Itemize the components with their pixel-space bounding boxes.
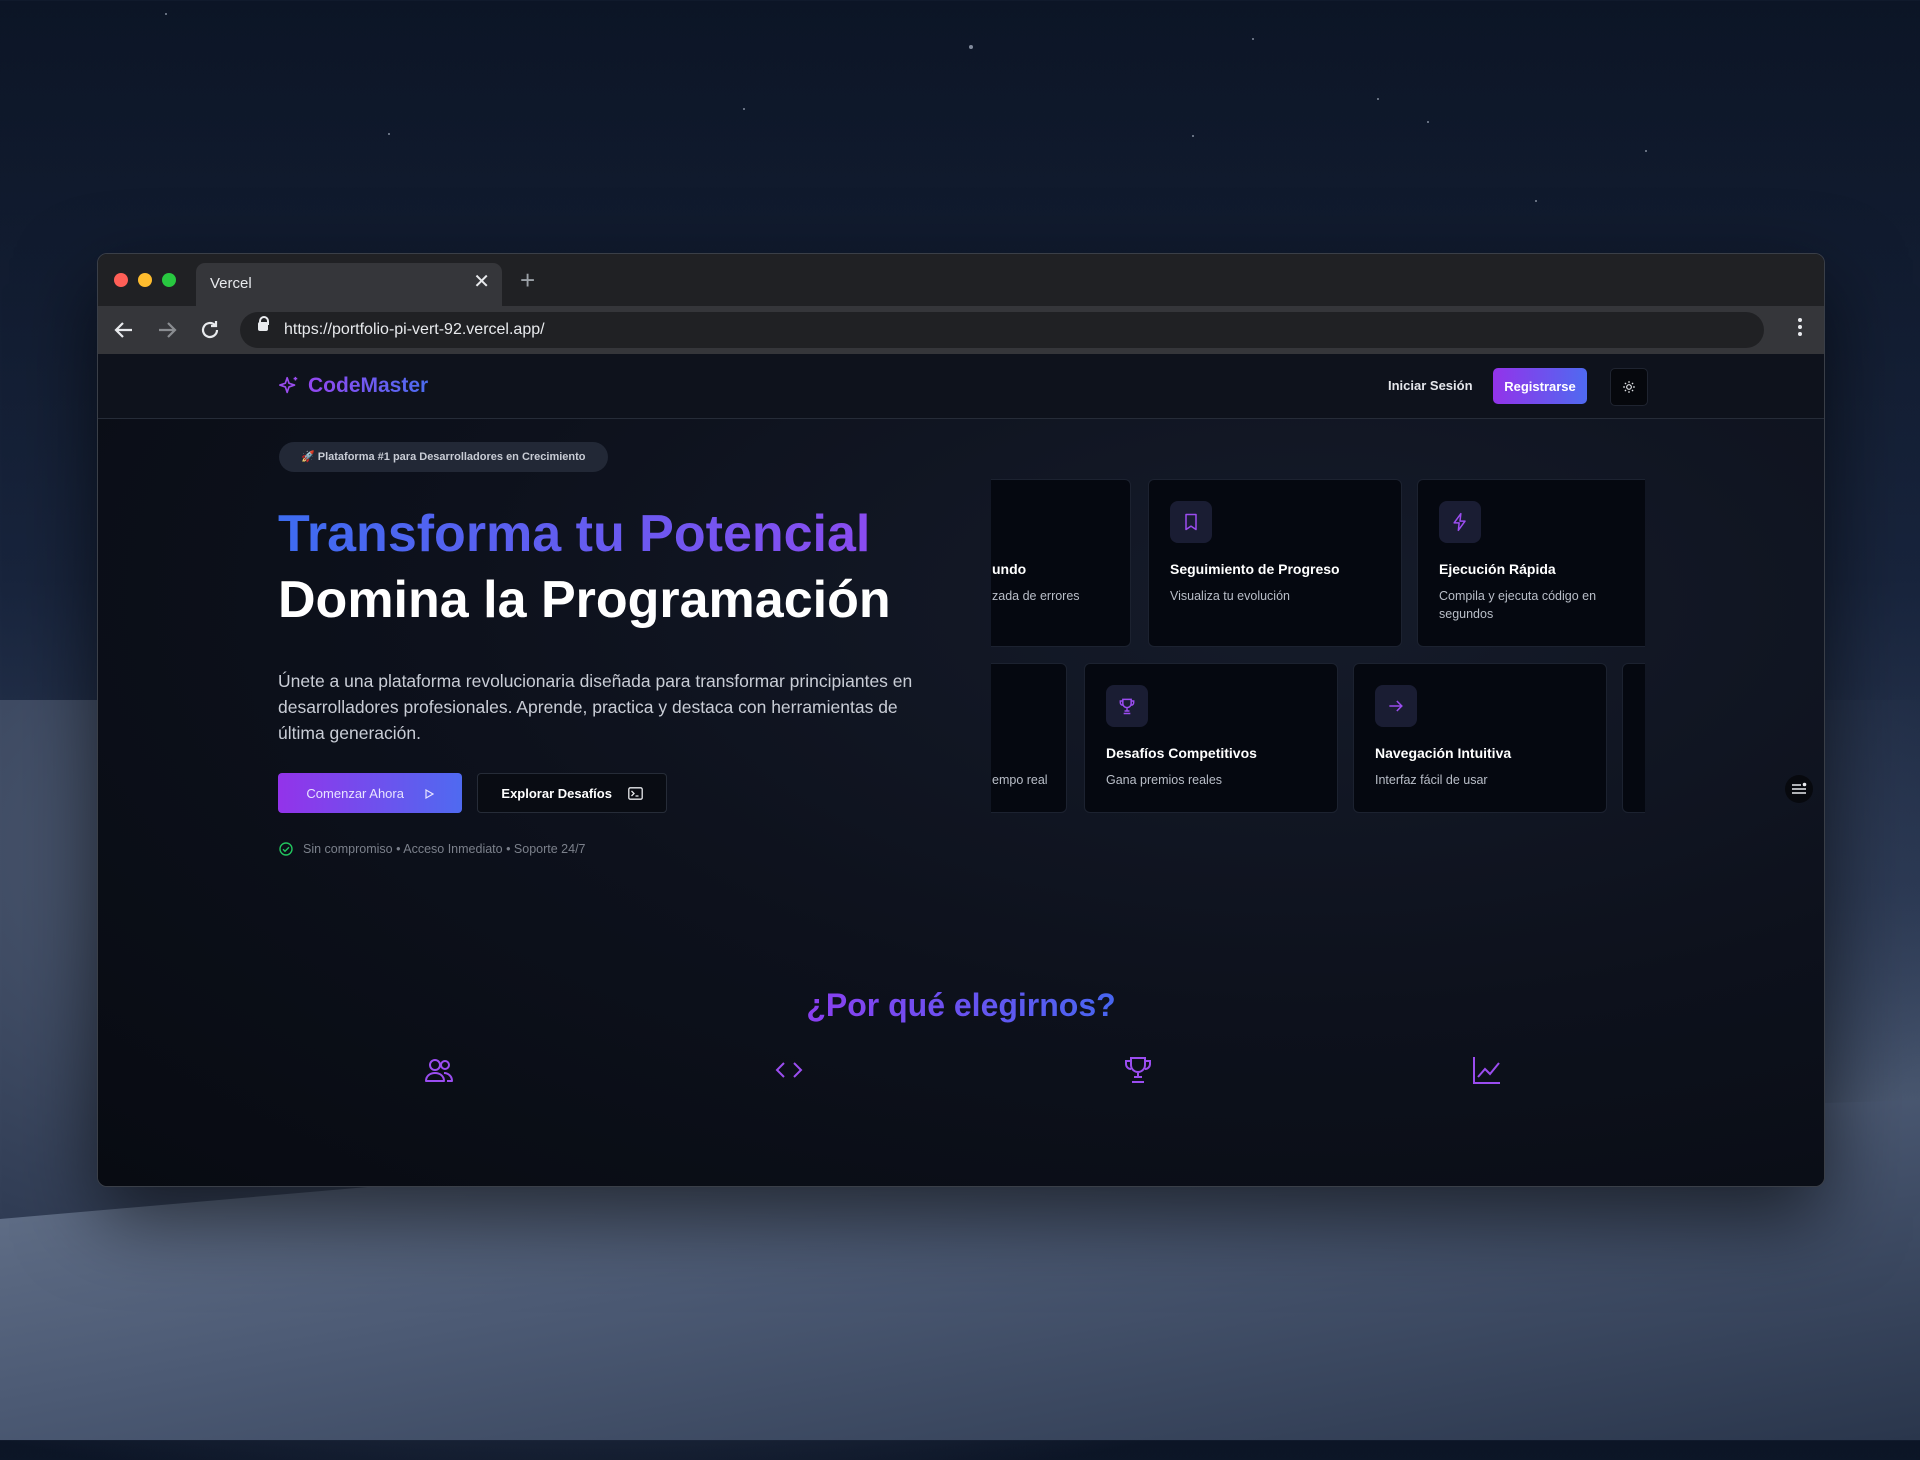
browser-window: Vercel ✕ + https://portfolio-pi-vert-92.…: [97, 253, 1825, 1187]
bookmark-icon: [1185, 513, 1197, 531]
hero-description: Únete a una plataforma revolucionaria di…: [278, 671, 913, 743]
address-bar[interactable]: https://portfolio-pi-vert-92.vercel.app/: [240, 312, 1764, 348]
feature-cards-carousel: undo zada de errores Seguimiento de Prog…: [991, 479, 1645, 889]
terminal-icon: [627, 786, 643, 800]
start-now-button[interactable]: Comenzar Ahora: [278, 773, 462, 813]
feature-card-desc: Compila y ejecuta código en segundos: [1439, 589, 1597, 621]
hero-note-text: Sin compromiso • Acceso Inmediato • Sopo…: [303, 842, 586, 856]
why-us-title: ¿Por qué elegirnos?: [98, 987, 1824, 1024]
feature-card-desc: Gana premios reales: [1106, 773, 1223, 787]
trophy-icon: [1119, 698, 1135, 715]
feature-card-competitive[interactable]: Desafíos Competitivos Gana premios reale…: [1084, 663, 1338, 813]
hero-note: Sin compromiso • Acceso Inmediato • Sopo…: [279, 842, 586, 856]
hero-badge: 🚀 Plataforma #1 para Desarrolladores en …: [279, 442, 608, 472]
browser-tab[interactable]: Vercel ✕: [196, 263, 502, 306]
explore-challenges-button[interactable]: Explorar Desafíos: [477, 773, 667, 813]
card-icon-box: [1106, 685, 1148, 727]
web-page: CodeMaster Iniciar Sesión Registrarse 🚀 …: [98, 354, 1824, 1186]
feature-card-desc: zada de errores: [992, 589, 1080, 603]
hero-title-line1: Transforma tu Potencial: [278, 505, 871, 563]
reload-icon[interactable]: [199, 319, 221, 341]
feature-card-desc: Interfaz fácil de usar: [1375, 773, 1488, 787]
login-link[interactable]: Iniciar Sesión: [1388, 378, 1473, 393]
floating-menu-button[interactable]: [1785, 775, 1813, 803]
feature-card-title: undo: [992, 561, 1027, 577]
chart-line-icon: [1473, 1057, 1500, 1084]
feature-card-title: Desafíos Competitivos: [1106, 745, 1257, 761]
feature-card-title: Ejecución Rápida: [1439, 561, 1556, 577]
maximize-window-button[interactable]: [162, 273, 176, 287]
feature-card-title: Seguimiento de Progreso: [1170, 561, 1340, 577]
window-controls: [114, 273, 176, 287]
code-icon: [775, 1062, 803, 1078]
arrow-right-icon: [1389, 700, 1403, 712]
brand-logo[interactable]: CodeMaster: [278, 374, 428, 398]
close-tab-icon[interactable]: ✕: [473, 272, 490, 292]
feature-card-partial[interactable]: [1622, 663, 1645, 813]
card-icon-box: [1439, 501, 1481, 543]
lock-icon: [258, 316, 269, 331]
feature-card-navigation[interactable]: Navegación Intuitiva Interfaz fácil de u…: [1353, 663, 1607, 813]
feature-card-partial[interactable]: empo real: [991, 663, 1067, 813]
back-arrow-icon[interactable]: [113, 319, 135, 341]
feature-card-partial[interactable]: undo zada de errores: [991, 479, 1131, 647]
minimize-window-button[interactable]: [138, 273, 152, 287]
bolt-icon: [1453, 512, 1466, 532]
tab-bar: Vercel ✕ +: [98, 254, 1824, 306]
site-header: CodeMaster Iniciar Sesión Registrarse: [98, 354, 1824, 419]
list-icon: [1792, 782, 1807, 794]
start-now-label: Comenzar Ahora: [306, 785, 404, 801]
brand-name: CodeMaster: [308, 374, 429, 397]
explore-challenges-label: Explorar Desafíos: [501, 785, 612, 801]
play-icon: [424, 788, 434, 799]
register-button[interactable]: Registrarse: [1493, 368, 1587, 404]
feature-card-title: Navegación Intuitiva: [1375, 745, 1512, 761]
feature-card-fast-execution[interactable]: Ejecución Rápida Compila y ejecuta códig…: [1417, 479, 1645, 647]
why-us-text: ¿Por qué elegirnos?: [806, 987, 1116, 1023]
users-icon: [425, 1059, 453, 1082]
theme-toggle-button[interactable]: [1610, 368, 1648, 406]
close-window-button[interactable]: [114, 273, 128, 287]
trophy-icon: [1125, 1057, 1151, 1083]
browser-menu-icon[interactable]: [1798, 318, 1802, 336]
feature-card-desc: Visualiza tu evolución: [1170, 589, 1290, 603]
hero-title-line2: Domina la Programación: [278, 571, 891, 629]
check-circle-icon: [279, 842, 293, 856]
card-icon-box: [1375, 685, 1417, 727]
card-icon-box: [1170, 501, 1212, 543]
sun-icon: [1623, 381, 1635, 393]
tab-title: Vercel: [210, 275, 252, 292]
sparkles-icon: [279, 376, 298, 394]
feature-card-progress[interactable]: Seguimiento de Progreso Visualiza tu evo…: [1148, 479, 1402, 647]
forward-arrow-icon[interactable]: [156, 319, 178, 341]
browser-toolbar: https://portfolio-pi-vert-92.vercel.app/: [98, 306, 1824, 354]
new-tab-button[interactable]: +: [520, 265, 535, 296]
url-text[interactable]: https://portfolio-pi-vert-92.vercel.app/: [284, 321, 545, 339]
